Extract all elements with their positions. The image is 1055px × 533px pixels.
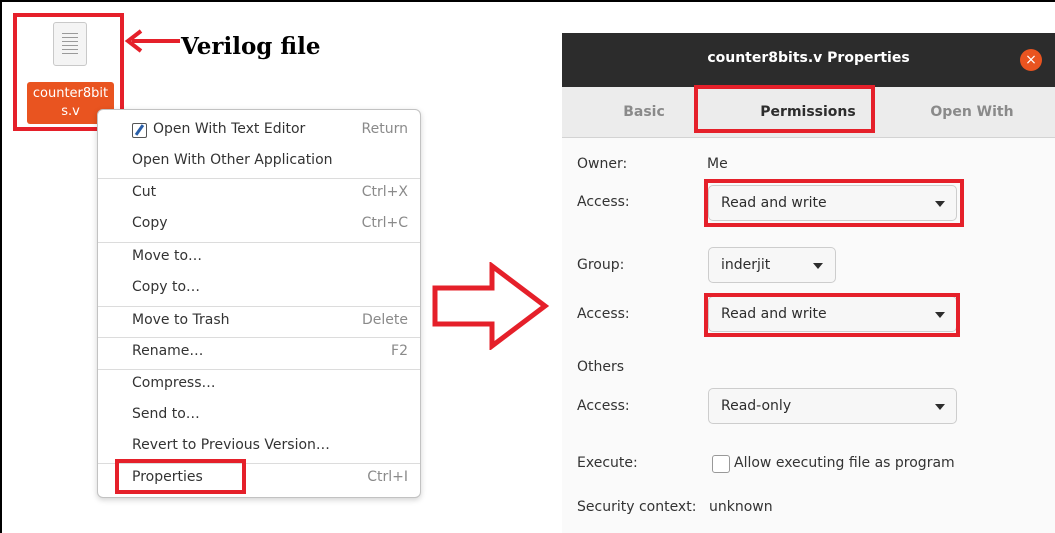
group-label: Group: — [577, 257, 625, 273]
menu-item-label: Move to… — [132, 248, 203, 264]
menu-item-label: Cut — [132, 184, 157, 200]
menu-item-compress[interactable]: Compress… — [98, 369, 420, 399]
owner-value: Me — [707, 156, 728, 172]
text-editor-icon — [132, 123, 147, 138]
menu-item-label: Rename… — [132, 343, 204, 359]
menu-item-move-to[interactable]: Move to… — [98, 242, 420, 272]
owner-label: Owner: — [577, 156, 628, 172]
menu-item-open-with-text-editor[interactable]: Open With Text Editor Return — [98, 116, 420, 145]
callout-arrow-icon — [124, 29, 180, 53]
menu-item-rename[interactable]: Rename… F2 — [98, 337, 420, 367]
owner-access-highlight-box — [704, 179, 964, 227]
dropdown-value: Read-only — [721, 398, 792, 414]
menu-item-label: Copy — [132, 215, 168, 231]
menu-item-revert[interactable]: Revert to Previous Version… — [98, 432, 420, 461]
menu-item-label: Send to… — [132, 406, 200, 422]
frame-left-line — [0, 0, 2, 533]
big-right-arrow-icon — [432, 262, 550, 350]
tab-open-with[interactable]: Open With — [890, 87, 1054, 137]
menu-item-label: Compress… — [132, 375, 216, 391]
menu-item-label: Move to Trash — [132, 312, 230, 328]
others-label: Others — [577, 359, 625, 375]
close-icon[interactable]: × — [1020, 49, 1042, 71]
group-access-highlight-box — [704, 293, 960, 337]
permissions-tab-highlight-box — [694, 85, 875, 133]
menu-item-label: Copy to… — [132, 279, 201, 295]
frame-top-line — [0, 0, 1055, 2]
others-access-dropdown[interactable]: Read-only — [708, 388, 957, 424]
security-context-label: Security context: — [577, 499, 697, 515]
context-menu: Open With Text Editor Return Open With O… — [97, 109, 421, 498]
execute-checkbox-label[interactable]: Allow executing file as program — [734, 455, 955, 471]
chevron-down-icon — [935, 404, 945, 410]
menu-item-accel: Ctrl+X — [361, 184, 408, 200]
security-context-value: unknown — [709, 499, 773, 515]
group-access-label: Access: — [577, 306, 630, 322]
menu-item-copy-to[interactable]: Copy to… — [98, 274, 420, 303]
menu-item-cut[interactable]: Cut Ctrl+X — [98, 178, 420, 208]
owner-access-label: Access: — [577, 194, 630, 210]
properties-highlight-box — [115, 459, 246, 494]
group-dropdown[interactable]: inderjit — [708, 247, 836, 283]
chevron-down-icon — [813, 263, 823, 269]
execute-label: Execute: — [577, 455, 638, 471]
menu-item-accel: Return — [361, 121, 408, 137]
menu-item-move-to-trash[interactable]: Move to Trash Delete — [98, 306, 420, 336]
menu-item-accel: Ctrl+I — [367, 469, 408, 485]
dropdown-value: inderjit — [721, 257, 771, 273]
menu-item-copy[interactable]: Copy Ctrl+C — [98, 210, 420, 239]
execute-checkbox[interactable] — [712, 455, 730, 473]
menu-item-accel: Ctrl+C — [361, 215, 408, 231]
menu-item-label: Open With Text Editor — [153, 121, 306, 137]
menu-item-open-with-other[interactable]: Open With Other Application — [98, 147, 420, 176]
menu-item-label: Open With Other Application — [132, 152, 333, 168]
menu-item-send-to[interactable]: Send to… — [98, 401, 420, 430]
menu-item-accel: F2 — [391, 343, 408, 359]
dialog-title: counter8bits.v Properties — [707, 50, 910, 66]
menu-item-accel: Delete — [362, 312, 408, 328]
callout-label: Verilog file — [181, 33, 321, 60]
menu-item-label: Revert to Previous Version… — [132, 437, 330, 453]
others-access-label: Access: — [577, 398, 630, 414]
dialog-titlebar: counter8bits.v Properties × — [562, 33, 1055, 87]
